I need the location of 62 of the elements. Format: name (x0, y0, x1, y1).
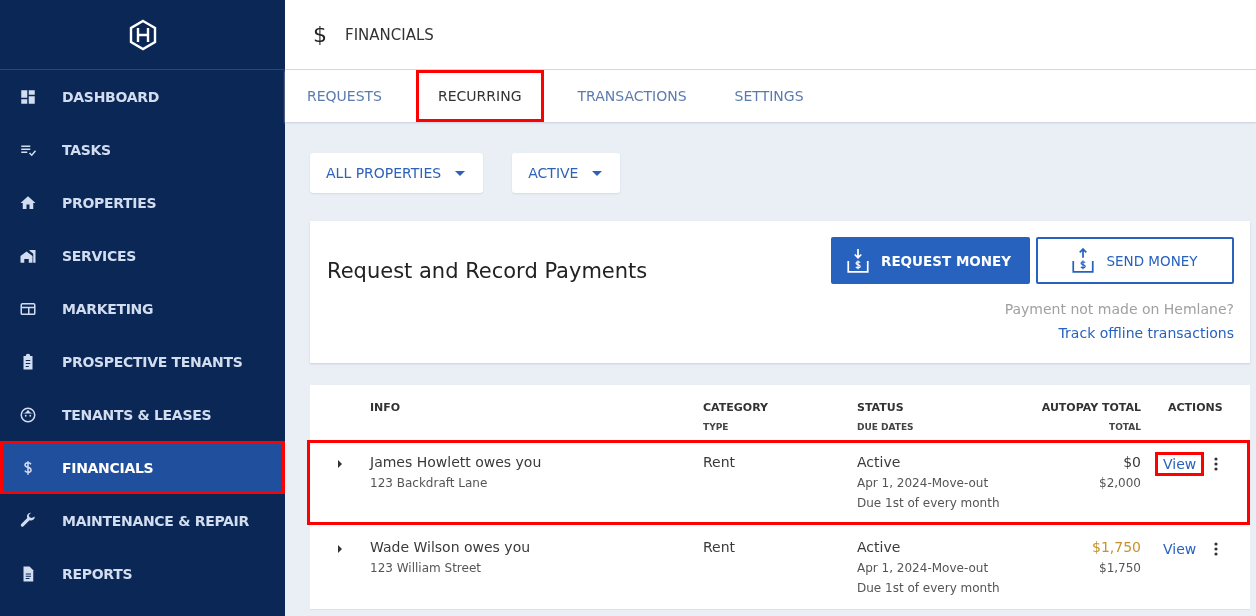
column-header: CATEGORY (703, 401, 769, 414)
sidebar-item[interactable]: SERVICES (0, 229, 285, 282)
filter-dropdown[interactable]: ALL PROPERTIES (310, 153, 484, 193)
face-icon (19, 405, 37, 424)
column-header: STATUS (857, 401, 905, 414)
sidebar-item[interactable]: PROSPECTIVE TENANTS (0, 335, 285, 388)
page-title: FINANCIALS (345, 25, 434, 44)
payer-name: James Howlett owes you (370, 454, 543, 470)
column-header: ACTIONS (1168, 401, 1224, 414)
money-tray-icon (1070, 247, 1097, 274)
send-money-button[interactable]: SEND MONEY (1036, 237, 1234, 284)
sidebar-item[interactable]: PROPERTIES (0, 176, 285, 229)
column-header: AUTOPAY TOTAL (1040, 401, 1141, 414)
payer-name: Wade Wilson owes you (370, 539, 532, 555)
view-link[interactable]: View (1155, 537, 1205, 561)
tab[interactable]: REQUESTS (293, 70, 396, 122)
dashboard-icon (19, 87, 37, 106)
column-subheader: TYPE (703, 422, 730, 432)
total-amount: $2,000 (1098, 476, 1141, 490)
filter-dropdown[interactable]: ACTIVE (512, 153, 621, 193)
track-offline-link[interactable]: Track offline transactions (1058, 325, 1234, 341)
payment-note: Payment not made on Hemlane? (1004, 301, 1234, 317)
total-amount: $1,750 (1098, 561, 1141, 575)
status-text: Active (857, 454, 902, 470)
view-link[interactable]: View (1155, 452, 1205, 476)
card-title: Request and Record Payments (327, 259, 648, 285)
column-header: INFO (370, 401, 402, 414)
autopay-amount: $0 (1122, 454, 1141, 470)
sidebar-item[interactable]: MARKETING (0, 282, 285, 335)
due-text: Due 1st of every month (857, 581, 1001, 595)
table-row[interactable]: Wade Wilson owes you 123 William Street Rent Active Apr 1, 2024-Move-out Due 1st of every month $1,750 $1,750 View (310, 525, 1250, 610)
tab[interactable]: TRANSACTIONS (563, 70, 701, 122)
property-address: 123 William Street (370, 561, 482, 575)
due-text: Due 1st of every month (857, 496, 1001, 510)
sidebar-item[interactable]: TENANTS & LEASES (0, 388, 285, 441)
sidebar-item[interactable]: FINANCIALS (0, 441, 285, 494)
category-text: Rent (703, 539, 737, 555)
caret-icon (455, 170, 466, 176)
date-range: Apr 1, 2024-Move-out (857, 476, 990, 490)
more-vertical-icon (1214, 542, 1219, 556)
date-range: Apr 1, 2024-Move-out (857, 561, 990, 575)
wrench-icon (19, 511, 37, 530)
sidebar-item[interactable]: TASKS (0, 123, 285, 176)
property-address: 123 Backdraft Lane (370, 476, 489, 490)
dollar-icon: $ (313, 22, 327, 47)
more-vertical-icon (1214, 457, 1219, 471)
status-text: Active (857, 539, 902, 555)
expand-arrow-icon (338, 545, 342, 553)
sidebar-item[interactable]: DASHBOARD (0, 70, 285, 123)
expand-arrow-icon (338, 460, 342, 468)
sidebar-item[interactable]: MAINTENANCE & REPAIR (0, 494, 285, 547)
table-row[interactable]: James Howlett owes you 123 Backdraft Lane Rent Active Apr 1, 2024-Move-out Due 1st of every month $0 $2,000 View (307, 440, 1250, 525)
column-subheader: DUE DATES (857, 422, 915, 432)
money-tray-icon (845, 247, 871, 274)
column-subheader: TOTAL (1108, 422, 1141, 432)
tab[interactable]: SETTINGS (720, 70, 818, 122)
autopay-amount: $1,750 (1091, 539, 1141, 555)
caret-icon (592, 170, 603, 176)
request-money-button[interactable]: REQUEST MONEY (831, 237, 1030, 284)
sidebar-item[interactable]: REPORTS (0, 547, 285, 600)
category-text: Rent (703, 454, 737, 470)
tab[interactable]: RECURRING (416, 70, 544, 122)
